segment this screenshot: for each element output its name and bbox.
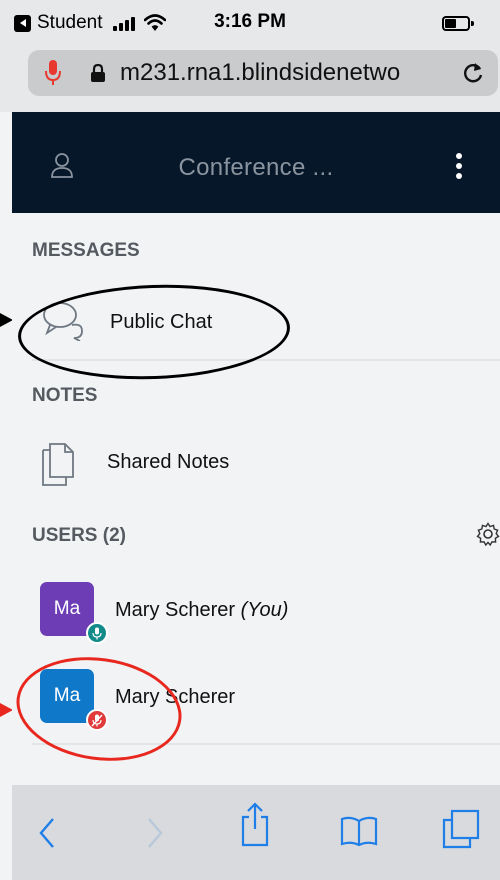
you-suffix: (You) (240, 599, 289, 621)
user-name: Mary Scherer (You) (115, 599, 288, 622)
forward-icon[interactable] (146, 817, 164, 849)
microphone-recording-icon (45, 60, 61, 85)
status-time: 3:16 PM (214, 11, 286, 32)
lock-icon (91, 63, 105, 82)
url-text[interactable]: m231.rna1.blindsidenetwo (120, 59, 400, 87)
battery-icon (442, 16, 474, 31)
app-header: Conference ... (12, 112, 500, 213)
back-icon[interactable] (38, 817, 56, 849)
browser-toolbar (12, 785, 500, 880)
microphone-icon (92, 627, 102, 639)
more-options-icon[interactable] (456, 153, 462, 179)
reload-icon[interactable] (460, 60, 486, 86)
url-bar[interactable]: m231.rna1.blindsidenetwo (28, 50, 498, 96)
user-settings-gear-icon[interactable] (476, 522, 500, 546)
tabs-icon[interactable] (442, 809, 480, 849)
mic-status-badge (86, 622, 108, 644)
shared-notes-label: Shared Notes (107, 451, 230, 473)
notes-document-icon (42, 443, 74, 486)
messages-section-title: MESSAGES (32, 240, 140, 261)
users-section-title: USERS (2) (32, 525, 126, 546)
browser-chrome: m231.rna1.blindsidenetwo (0, 38, 500, 112)
bookmarks-icon[interactable] (340, 815, 378, 847)
conference-title: Conference ... (178, 154, 334, 181)
user-name-text: Mary Scherer (115, 599, 236, 621)
notes-section-title: NOTES (32, 385, 98, 406)
share-icon[interactable] (240, 801, 270, 847)
shared-notes-item[interactable]: Shared Notes (12, 425, 500, 503)
user-list-item[interactable]: Ma Mary Scherer (You) (12, 578, 500, 658)
avatar-initials: Ma (53, 598, 81, 619)
